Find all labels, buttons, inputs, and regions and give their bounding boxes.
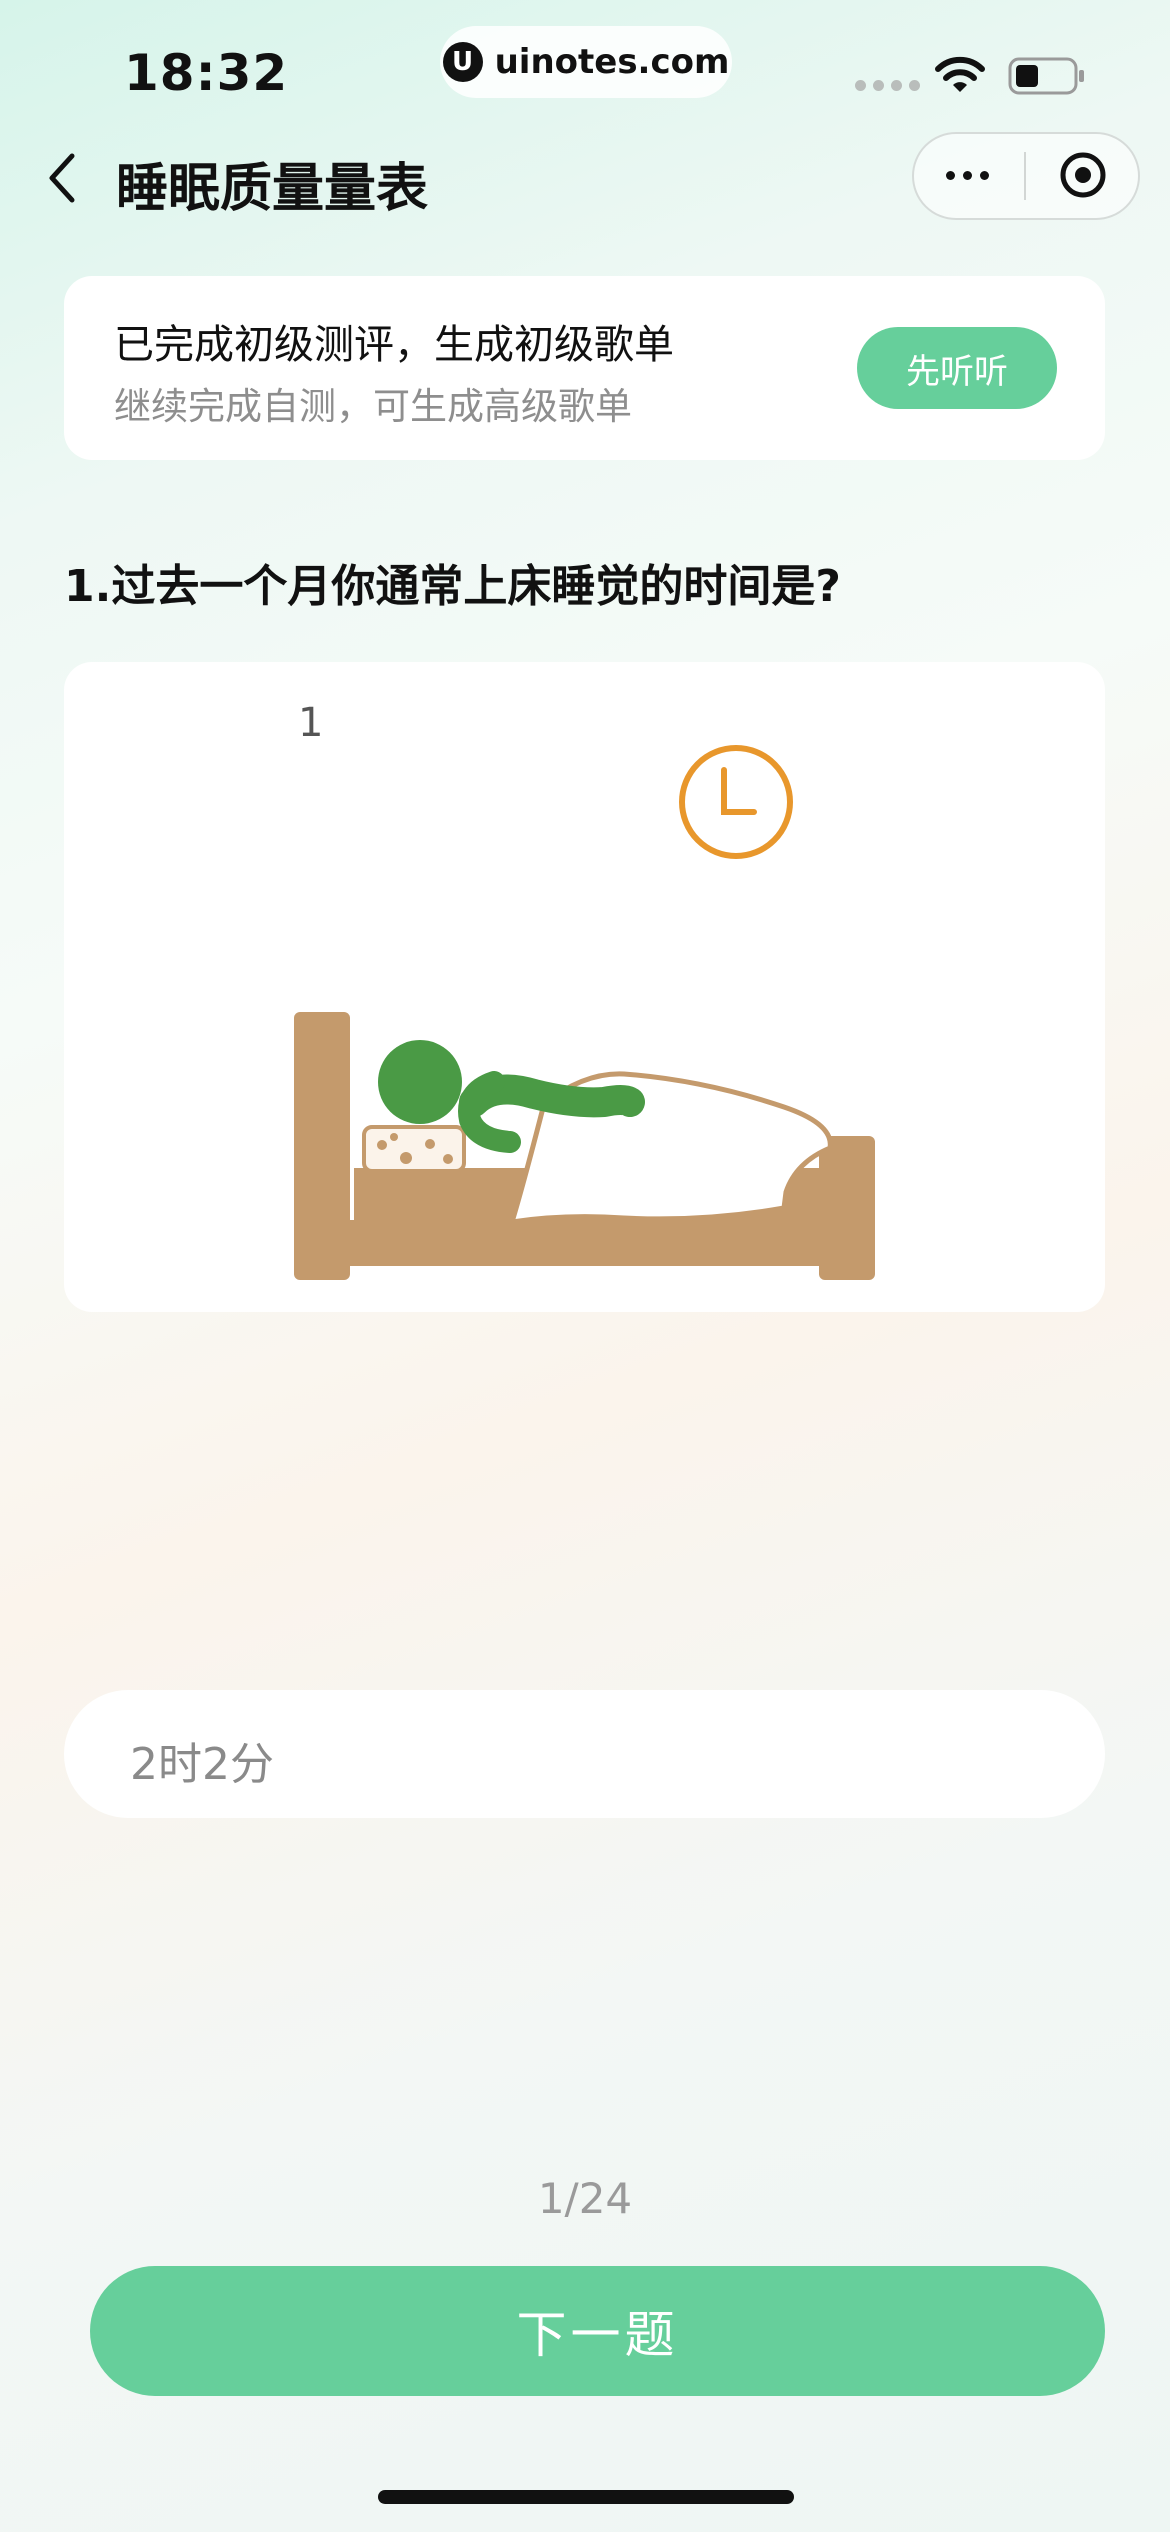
- next-question-button[interactable]: 下一题: [90, 2266, 1105, 2396]
- banner-subtitle: 继续完成自测，可生成高级歌单: [114, 385, 632, 428]
- capsule-divider: [1024, 152, 1026, 200]
- question-text: 1.过去一个月你通常上床睡觉的时间是?: [64, 561, 841, 612]
- target-close-icon[interactable]: [1058, 150, 1108, 200]
- pillow-icon: [362, 1125, 466, 1173]
- page-title: 睡眠质量量表: [116, 159, 429, 219]
- url-pill: U uinotes.com: [440, 26, 732, 98]
- listen-button[interactable]: 先听听: [857, 327, 1057, 409]
- clock-icon: [679, 745, 793, 859]
- banner-title: 已完成初级测评，生成初级歌单: [114, 322, 674, 368]
- site-logo-icon: U: [442, 42, 483, 82]
- person-head-icon: [378, 1040, 462, 1124]
- image-number-label: 1: [298, 700, 324, 746]
- question-progress: 1/24: [537, 2174, 633, 2223]
- sleeping-in-bed-illustration: [294, 745, 875, 1280]
- battery-icon: [1008, 57, 1084, 95]
- home-indicator[interactable]: [378, 2490, 794, 2504]
- url-text: uinotes.com: [494, 42, 730, 82]
- more-dots-icon[interactable]: [940, 150, 994, 200]
- back-chevron-icon[interactable]: [42, 148, 86, 208]
- status-time: 18:32: [124, 44, 289, 102]
- time-picker-value[interactable]: 2时2分: [130, 1728, 274, 1792]
- wifi-icon: [935, 56, 985, 92]
- cellular-signal-icon: [855, 80, 920, 91]
